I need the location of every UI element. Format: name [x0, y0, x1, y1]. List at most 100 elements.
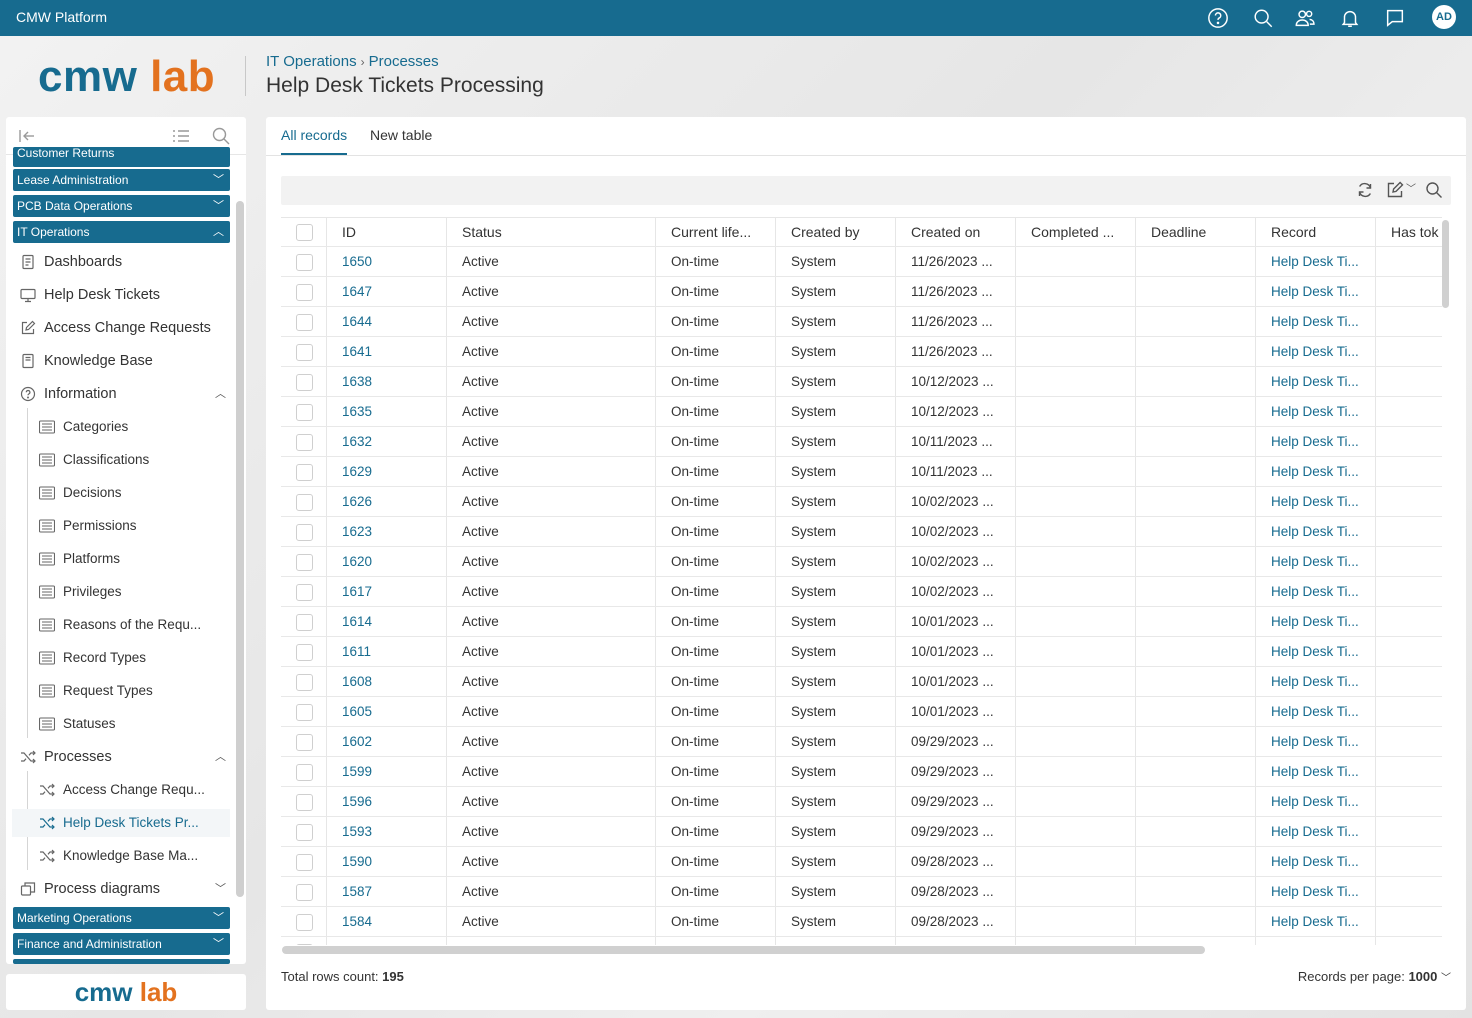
row-checkbox[interactable]	[296, 614, 313, 631]
cell-1[interactable]: 1593	[327, 817, 447, 846]
cell-1[interactable]: 1629	[327, 457, 447, 486]
column-header-9[interactable]: Has tok	[1376, 218, 1442, 246]
column-header-1[interactable]: ID	[327, 218, 447, 246]
table-row[interactable]: 1596 Active On-time System 09/29/2023 ... Hel…	[281, 787, 1442, 817]
cell-1[interactable]: 1605	[327, 697, 447, 726]
table-row[interactable]: 1614 Active On-time System 10/01/2023 ... Hel…	[281, 607, 1442, 637]
tab-all-records[interactable]: All records	[281, 127, 348, 155]
column-header-8[interactable]: Record	[1256, 218, 1376, 246]
row-checkbox[interactable]	[296, 344, 313, 361]
cell-8[interactable]: Help Desk Ti...	[1256, 907, 1376, 936]
row-checkbox[interactable]	[296, 434, 313, 451]
table-row[interactable]: 1638 Active On-time System 10/12/2023 ... Hel…	[281, 367, 1442, 397]
sidebar-section-processes[interactable]: Processes ︿	[20, 743, 230, 771]
row-checkbox[interactable]	[296, 404, 313, 421]
row-checkbox[interactable]	[296, 764, 313, 781]
cell-1[interactable]: 1587	[327, 877, 447, 906]
table-row[interactable]: 1650 Active On-time System 11/26/2023 ... Hel…	[281, 247, 1442, 277]
list-view-icon[interactable]	[171, 126, 191, 146]
cell-8[interactable]: Help Desk Ti...	[1256, 367, 1376, 396]
sidebar-scrollbar[interactable]	[236, 201, 244, 897]
column-header-7[interactable]: Deadline	[1136, 218, 1256, 246]
chevron-down-icon[interactable]: ﹀	[1406, 180, 1416, 195]
table-vertical-scrollbar[interactable]	[1442, 220, 1449, 308]
cell-1[interactable]: 1632	[327, 427, 447, 456]
help-icon[interactable]	[1207, 7, 1229, 29]
select-all-checkbox[interactable]	[296, 224, 313, 241]
cell-1[interactable]: 1614	[327, 607, 447, 636]
row-checkbox[interactable]	[296, 554, 313, 571]
sidebar-item-help-desk-tickets[interactable]: Help Desk Tickets	[20, 281, 230, 309]
sidebar-item-dashboards[interactable]: Dashboards	[20, 248, 230, 276]
app-logo[interactable]: cmw lab	[38, 52, 215, 102]
sidebar-subitem-platforms[interactable]: Platforms	[39, 545, 230, 573]
table-row[interactable]: 1629 Active On-time System 10/11/2023 ... Hel…	[281, 457, 1442, 487]
table-row[interactable]: 1644 Active On-time System 11/26/2023 ... Hel…	[281, 307, 1442, 337]
cell-8[interactable]: Help Desk Ti...	[1256, 727, 1376, 756]
row-checkbox[interactable]	[296, 944, 313, 945]
cell-8[interactable]: Help Desk Ti...	[1256, 547, 1376, 576]
row-checkbox[interactable]	[296, 674, 313, 691]
table-row[interactable]: 1581ActiveOn-timeSystem09/28/2023 ... Hel…	[281, 937, 1442, 945]
cell-8[interactable]: Help Desk Ti...	[1256, 457, 1376, 486]
cell-1[interactable]: 1641	[327, 337, 447, 366]
cell-1[interactable]: 1596	[327, 787, 447, 816]
cell-8[interactable]: Help Desk Ti...	[1256, 847, 1376, 876]
row-checkbox[interactable]	[296, 464, 313, 481]
column-header-3[interactable]: Current life...	[656, 218, 776, 246]
row-checkbox[interactable]	[296, 884, 313, 901]
sidebar-group-marketing-operations[interactable]: Marketing Operations ﹀	[13, 907, 230, 929]
cell-8[interactable]: Help Desk Ti...	[1256, 307, 1376, 336]
cell-1[interactable]: 1626	[327, 487, 447, 516]
cell-8[interactable]: Help Desk Ti...	[1256, 277, 1376, 306]
cell-8[interactable]: Help Desk Ti...	[1256, 487, 1376, 516]
sidebar-subitem-permissions[interactable]: Permissions	[39, 512, 230, 540]
cell-1[interactable]: 1608	[327, 667, 447, 696]
row-checkbox[interactable]	[296, 494, 313, 511]
table-row[interactable]: 1641 Active On-time System 11/26/2023 ... Hel…	[281, 337, 1442, 367]
cell-1[interactable]: 1647	[327, 277, 447, 306]
bell-icon[interactable]	[1339, 7, 1361, 29]
table-horizontal-scrollbar[interactable]	[282, 946, 1205, 954]
cell-1[interactable]: 1611	[327, 637, 447, 666]
row-checkbox[interactable]	[296, 854, 313, 871]
collapse-sidebar-icon[interactable]	[17, 126, 37, 146]
table-row[interactable]: 1605 Active On-time System 10/01/2023 ... Hel…	[281, 697, 1442, 727]
sidebar-group-lease-administration[interactable]: Lease Administration ﹀	[13, 169, 230, 191]
cell-8[interactable]: Help Desk Ti...	[1256, 337, 1376, 366]
user-avatar[interactable]: AD	[1432, 5, 1456, 29]
sidebar-group-customer-returns[interactable]: Customer Returns	[13, 147, 230, 167]
cell-8[interactable]: Help Desk Ti...	[1256, 877, 1376, 906]
cell-8[interactable]: Help Desk Ti...	[1256, 637, 1376, 666]
table-search-icon[interactable]	[1425, 181, 1443, 199]
cell-8[interactable]: Help Desk Ti...	[1256, 817, 1376, 846]
edit-columns-icon[interactable]	[1386, 181, 1404, 199]
row-checkbox[interactable]	[296, 374, 313, 391]
cell-1[interactable]: 1623	[327, 517, 447, 546]
cell-1[interactable]: 1584	[327, 907, 447, 936]
sidebar-item-knowledge-base[interactable]: Knowledge Base	[20, 347, 230, 375]
cell-1[interactable]: 1644	[327, 307, 447, 336]
cell-8[interactable]: Help Desk Ti...	[1256, 397, 1376, 426]
cell-8[interactable]: Help Desk Ti...	[1256, 427, 1376, 456]
sidebar-subitem-process-2[interactable]: Help Desk Tickets Pr...	[12, 809, 230, 837]
row-checkbox[interactable]	[296, 704, 313, 721]
search-icon[interactable]	[1252, 7, 1274, 29]
table-row[interactable]: 1632 Active On-time System 10/11/2023 ... Hel…	[281, 427, 1442, 457]
refresh-icon[interactable]	[1356, 181, 1374, 199]
table-row[interactable]: 1599 Active On-time System 09/29/2023 ... Hel…	[281, 757, 1442, 787]
sidebar-section-information[interactable]: Information ︿	[20, 380, 230, 408]
sidebar-subitem-privileges[interactable]: Privileges	[39, 578, 230, 606]
sidebar-subitem-process-1[interactable]: Access Change Requ...	[39, 776, 230, 804]
cell-1[interactable]: 1635	[327, 397, 447, 426]
cell-1[interactable]: 1638	[327, 367, 447, 396]
cell-1[interactable]: 1620	[327, 547, 447, 576]
table-row[interactable]: 1626 Active On-time System 10/02/2023 ... Hel…	[281, 487, 1442, 517]
cell-1[interactable]: 1617	[327, 577, 447, 606]
breadcrumb-processes[interactable]: Processes	[369, 53, 439, 70]
table-row[interactable]: 1623 Active On-time System 10/02/2023 ... Hel…	[281, 517, 1442, 547]
table-row[interactable]: 1584 Active On-time System 09/28/2023 ... Hel…	[281, 907, 1442, 937]
row-checkbox[interactable]	[296, 524, 313, 541]
sidebar-group-pcb-data-operations[interactable]: PCB Data Operations ﹀	[13, 195, 230, 217]
sidebar-subitem-record-types[interactable]: Record Types	[39, 644, 230, 672]
